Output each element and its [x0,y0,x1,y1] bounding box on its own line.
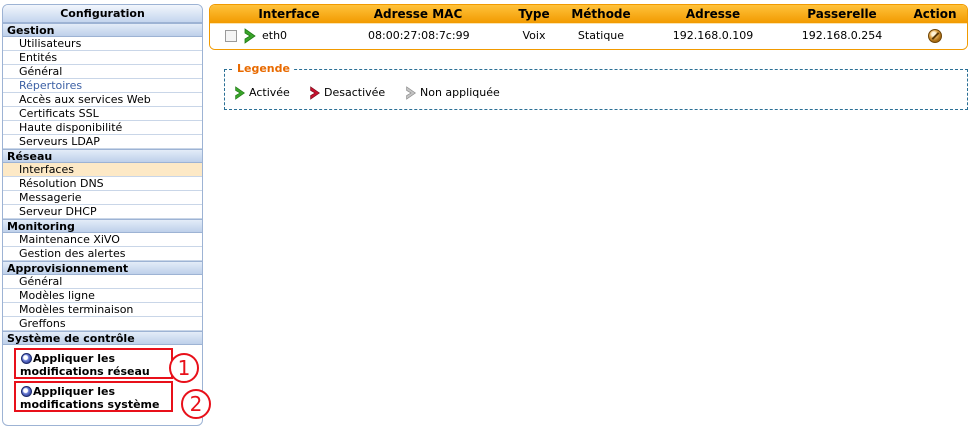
sidebar-item-greffons[interactable]: Greffons [3,317,202,331]
section-monitoring: Monitoring [3,219,202,233]
sidebar-item-gestion-alertes[interactable]: Gestion des alertes [3,247,202,261]
apply-network-changes-button[interactable]: Appliquer les modifications réseau [14,348,173,379]
sidebar-item-maintenance-xivo[interactable]: Maintenance XiVO [3,233,202,247]
cell-type: Voix [522,29,546,42]
column-type: Type [518,7,550,21]
sidebar-item-modeles-ligne[interactable]: Modèles ligne [3,289,202,303]
section-reseau: Réseau [3,149,202,163]
apply-system-line1: Appliquer les [33,385,116,398]
section-approvisionnement: Approvisionnement [3,261,202,275]
sidebar-item-acces-services-web[interactable]: Accès aux services Web [3,93,202,107]
legend-label-not-applied: Non appliquée [420,86,500,99]
sidebar-item-general[interactable]: Général [3,65,202,79]
annotation-marker-2: 2 [181,389,211,419]
legend: Legende Activée Desactivée Non appliquée [224,62,968,110]
table-header: Interface Adresse MAC Type Méthode Adres… [210,5,967,23]
sidebar-item-repertoires[interactable]: Répertoires [3,79,202,93]
apply-system-changes-button[interactable]: Appliquer les modifications système [14,381,173,412]
cell-address: 192.168.0.109 [672,29,754,42]
cell-mac: 08:00:27:08:7c:99 [368,29,470,42]
column-address: Adresse [685,7,741,21]
annotation-marker-1: 1 [169,353,199,383]
column-gateway: Passerelle [807,7,877,21]
disabled-arrow-icon [310,86,320,100]
legend-title: Legende [233,62,294,76]
table-row: eth0 08:00:27:08:7c:99 Voix Statique 192… [210,23,967,49]
not-applied-arrow-icon [406,86,416,100]
legend-label-active: Activée [249,86,290,99]
sidebar-item-modeles-terminaison[interactable]: Modèles terminaison [3,303,202,317]
gear-icon [21,353,32,364]
sidebar-item-serveur-dhcp[interactable]: Serveur DHCP [3,205,202,219]
apply-network-line2: modifications réseau [20,365,150,378]
apply-system-line2: modifications système [20,398,160,411]
column-interface: Interface [258,7,320,21]
active-arrow-icon [235,86,245,100]
column-method: Méthode [571,7,631,21]
column-mac: Adresse MAC [373,7,463,21]
sidebar-item-entites[interactable]: Entités [3,51,202,65]
sidebar-item-certificats-ssl[interactable]: Certificats SSL [3,107,202,121]
cell-gateway: 192.168.0.254 [801,29,883,42]
sidebar-item-messagerie[interactable]: Messagerie [3,191,202,205]
sidebar-item-serveurs-ldap[interactable]: Serveurs LDAP [3,135,202,149]
cell-method: Statique [577,29,625,42]
sidebar-item-utilisateurs[interactable]: Utilisateurs [3,37,202,51]
legend-label-disabled: Desactivée [324,86,386,99]
cell-interface[interactable]: eth0 [262,24,287,48]
column-action: Action [913,7,957,21]
edit-icon[interactable] [928,29,942,43]
active-arrow-icon [244,28,256,44]
sidebar-item-interfaces[interactable]: Interfaces [3,163,202,177]
gear-icon [21,386,32,397]
section-gestion: Gestion [3,23,202,37]
sidebar-item-general-provisioning[interactable]: Général [3,275,202,289]
row-checkbox[interactable] [225,30,237,42]
sidebar-title: Configuration [3,5,202,23]
section-systeme-controle: Système de contrôle [3,331,202,345]
apply-network-line1: Appliquer les [33,352,116,365]
sidebar-item-haute-disponibilite[interactable]: Haute disponibilité [3,121,202,135]
interfaces-table: Interface Adresse MAC Type Méthode Adres… [209,4,968,50]
sidebar-item-resolution-dns[interactable]: Résolution DNS [3,177,202,191]
